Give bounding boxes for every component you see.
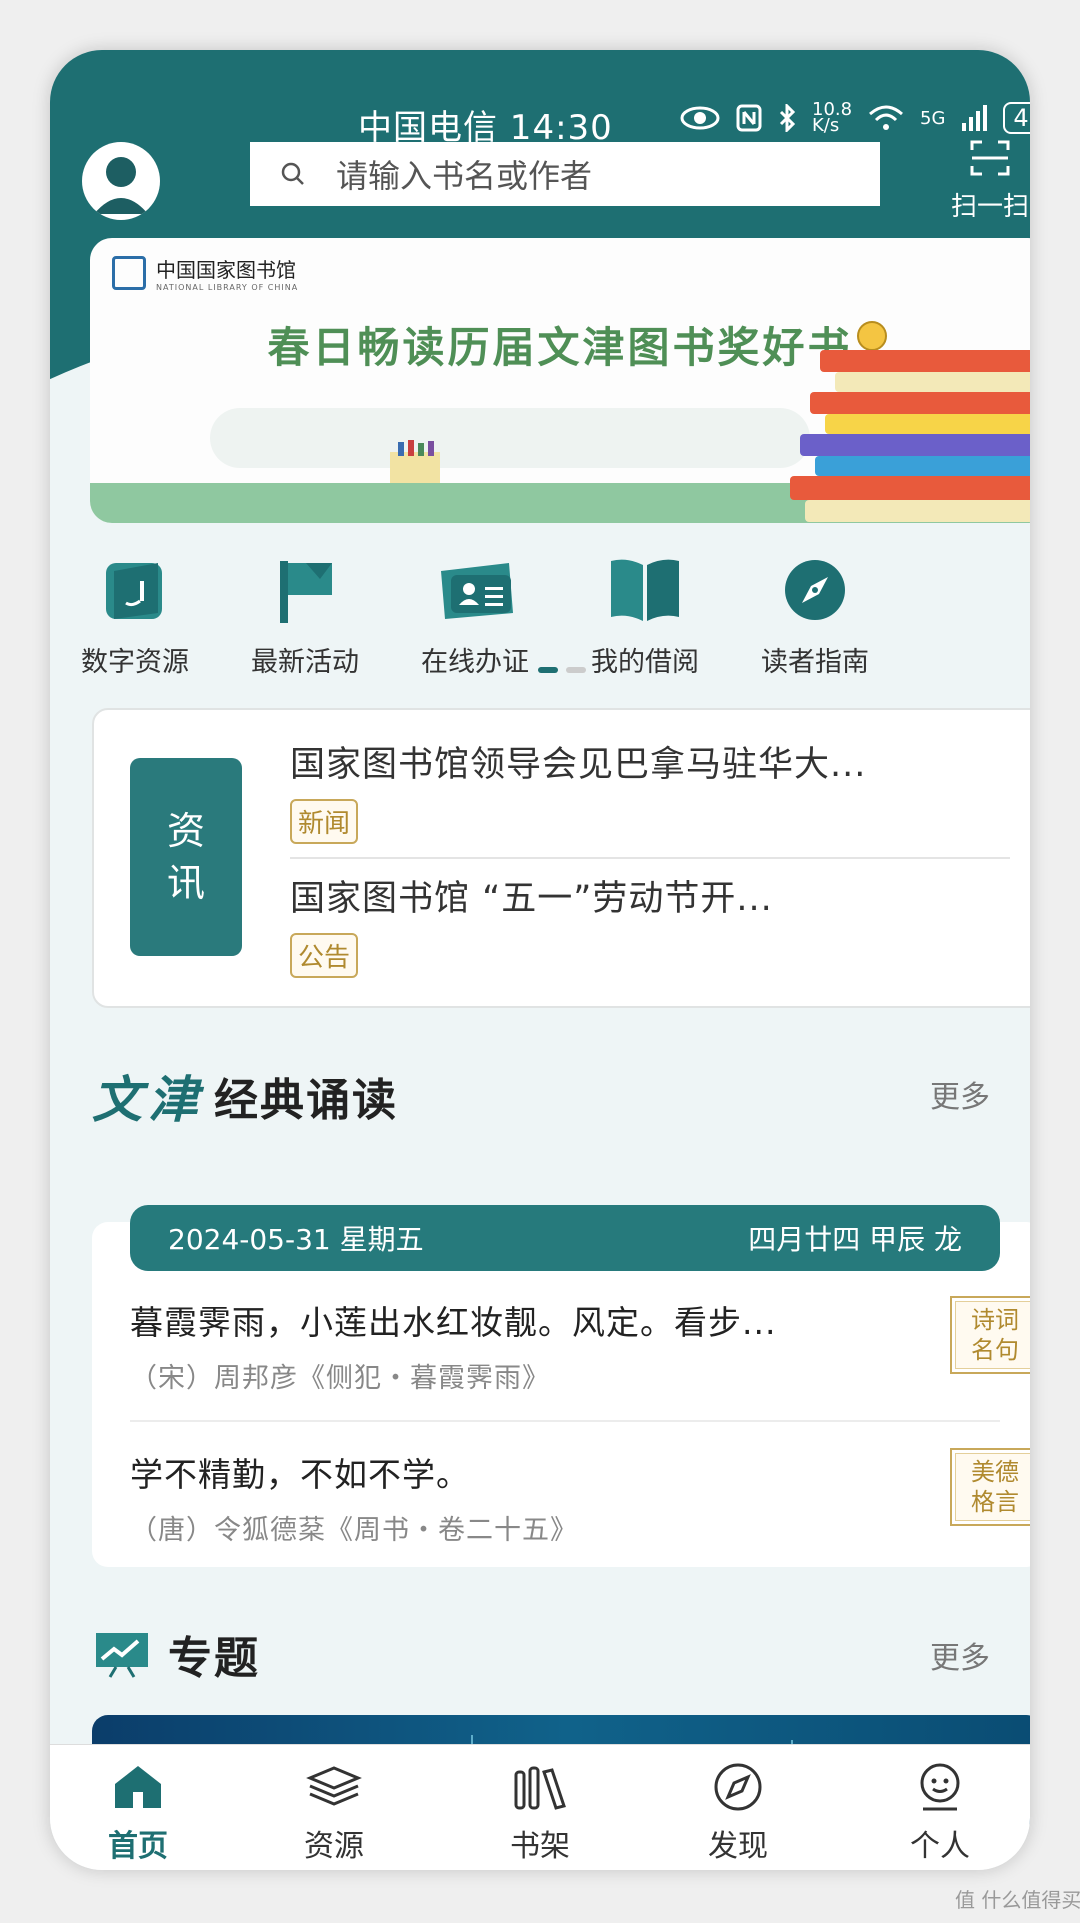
nav-reader-guide[interactable]: 读者指南 <box>730 550 900 679</box>
page-dot-active <box>538 667 558 673</box>
quote-divider <box>130 1420 1000 1422</box>
news-title: 国家图书馆领导会见巴拿马驻华大... <box>290 745 867 785</box>
nav-label: 在线办证 <box>421 647 529 678</box>
presentation-chart-icon <box>96 1633 148 1678</box>
promo-banner[interactable]: 中国国家图书馆 NATIONAL LIBRARY OF CHINA 春日畅读历届… <box>90 238 1030 523</box>
news-badge: 公告 <box>290 933 359 978</box>
nav-page-indicator <box>538 667 586 673</box>
news-badge: 新闻 <box>290 799 359 844</box>
news-label-char: 讯 <box>166 861 205 905</box>
id-card-icon <box>441 563 513 619</box>
search-bar[interactable]: 请输入书名或作者 <box>250 142 880 206</box>
battery-indicator: 49 <box>1003 102 1030 134</box>
nav-digital-resources[interactable]: 数字资源 <box>50 550 220 679</box>
library-name-cn: 中国国家图书馆 <box>156 258 296 282</box>
quote-category-badge: 美德 格言 <box>950 1448 1030 1526</box>
topics-more-link[interactable]: 更多 <box>930 1633 990 1677</box>
quick-nav: 数字资源 最新活动 在线办证 我的借阅 读者指南 <box>50 550 1030 680</box>
topics-heading: 专题 <box>92 1622 260 1686</box>
gift-box-icon <box>390 440 440 486</box>
user-avatar[interactable] <box>82 142 160 220</box>
quote-category-badge: 诗词 名句 <box>950 1296 1030 1374</box>
user-silhouette-icon <box>94 157 148 214</box>
nfc-icon <box>736 104 762 132</box>
tab-resources[interactable]: 资源 <box>264 1759 404 1865</box>
library-seal-icon <box>112 256 146 290</box>
tab-label: 书架 <box>510 1829 570 1864</box>
phone-screen: 中国电信 14:30 10.8 K/s 5G 49 请输入书名或作者 扫一扫 中… <box>50 50 1030 1870</box>
compass-icon <box>714 1763 762 1811</box>
eye-icon <box>680 106 720 130</box>
lunar-date-text: 四月廿四 甲辰 龙 <box>748 1223 962 1256</box>
layers-icon <box>306 1766 362 1806</box>
banner-haze <box>210 408 810 468</box>
watermark: 值 什么值得买 <box>955 1888 1080 1912</box>
flag-icon <box>280 561 332 623</box>
nav-my-borrowing[interactable]: 我的借阅 <box>560 550 730 679</box>
tab-label: 资源 <box>304 1829 364 1864</box>
tab-label: 发现 <box>708 1829 768 1864</box>
nav-online-card[interactable]: 在线办证 <box>390 550 560 679</box>
news-card: 资 讯 国家图书馆领导会见巴拿马驻华大... 新闻 国家图书馆 “五一”劳动节开… <box>92 708 1030 1008</box>
page-dot <box>566 667 586 673</box>
quote-source: （宋）周邦彦《侧犯・暮霞霁雨》 <box>130 1363 550 1394</box>
bluetooth-icon <box>779 104 796 132</box>
quote-text: 暮霞霁雨，小莲出水红妆靓。风定。看步... <box>130 1303 777 1342</box>
quote-item[interactable]: 学不精勤，不如不学。 （唐）令狐德棻《周书・卷二十五》 美德 格言 <box>130 1448 1030 1547</box>
net-speed: 10.8 K/s <box>812 99 853 136</box>
library-name-en: NATIONAL LIBRARY OF CHINA <box>156 283 299 292</box>
library-logo: 中国国家图书馆 NATIONAL LIBRARY OF CHINA <box>112 254 298 292</box>
badge-line: 格言 <box>971 1488 1019 1516</box>
bookshelf-icon <box>514 1766 566 1810</box>
date-bar: 2024-05-31 星期五 四月廿四 甲辰 龙 <box>130 1205 1000 1271</box>
tab-bookshelf[interactable]: 书架 <box>470 1759 610 1865</box>
tab-home[interactable]: 首页 <box>68 1759 208 1865</box>
nav-label: 最新活动 <box>251 647 359 678</box>
scan-icon <box>970 140 1010 176</box>
news-label-char: 资 <box>166 809 205 853</box>
book-tablet-icon <box>106 563 162 619</box>
nav-latest-events[interactable]: 最新活动 <box>220 550 390 679</box>
scan-button[interactable]: 扫一扫 <box>950 138 1030 223</box>
home-icon <box>115 1766 161 1808</box>
nav-label: 读者指南 <box>761 647 869 678</box>
date-text: 2024-05-31 星期五 <box>168 1223 424 1256</box>
tab-label: 首页 <box>108 1829 168 1864</box>
user-face-icon <box>920 1763 960 1811</box>
badge-line: 美德 <box>971 1458 1019 1486</box>
tab-discover[interactable]: 发现 <box>668 1759 808 1865</box>
status-icons: 10.8 K/s 5G 49 <box>680 99 1030 136</box>
signal-icon <box>962 105 988 131</box>
news-title: 国家图书馆 “五一”劳动节开... <box>290 879 773 919</box>
open-book-icon <box>611 559 679 621</box>
classics-stylized-title: 文津 <box>92 1070 204 1129</box>
wifi-icon <box>869 105 903 130</box>
nav-label: 数字资源 <box>81 647 189 678</box>
quote-source: （唐）令狐德棻《周书・卷二十五》 <box>130 1515 578 1546</box>
compass-icon <box>785 560 845 620</box>
classics-heading: 文津 经典诵读 <box>92 1060 398 1132</box>
topics-title: 专题 <box>168 1633 260 1684</box>
nav-label: 我的借阅 <box>591 647 699 678</box>
tab-label: 个人 <box>910 1829 970 1864</box>
quote-text: 学不精勤，不如不学。 <box>130 1455 470 1494</box>
scan-label: 扫一扫 <box>950 192 1029 222</box>
news-divider <box>290 857 1010 859</box>
book-stack-icon <box>790 321 1030 522</box>
tab-profile[interactable]: 个人 <box>870 1759 1010 1865</box>
news-label-block: 资 讯 <box>130 758 242 956</box>
quote-item[interactable]: 暮霞霁雨，小莲出水红妆靓。风定。看步... （宋）周邦彦《侧犯・暮霞霁雨》 诗词… <box>130 1296 1030 1395</box>
search-placeholder: 请输入书名或作者 <box>336 157 593 195</box>
badge-line: 诗词 <box>971 1306 1019 1334</box>
bottom-tab-bar: 首页 资源 书架 发现 个人 <box>50 1744 1030 1870</box>
search-icon <box>281 162 304 185</box>
classics-title: 经典诵读 <box>214 1075 398 1126</box>
badge-line: 名句 <box>971 1336 1019 1364</box>
news-item[interactable]: 国家图书馆 “五一”劳动节开... 公告 <box>290 870 1010 978</box>
classics-more-link[interactable]: 更多 <box>930 1072 990 1116</box>
network-type: 5G <box>920 107 946 129</box>
news-item[interactable]: 国家图书馆领导会见巴拿马驻华大... 新闻 <box>290 736 1010 844</box>
